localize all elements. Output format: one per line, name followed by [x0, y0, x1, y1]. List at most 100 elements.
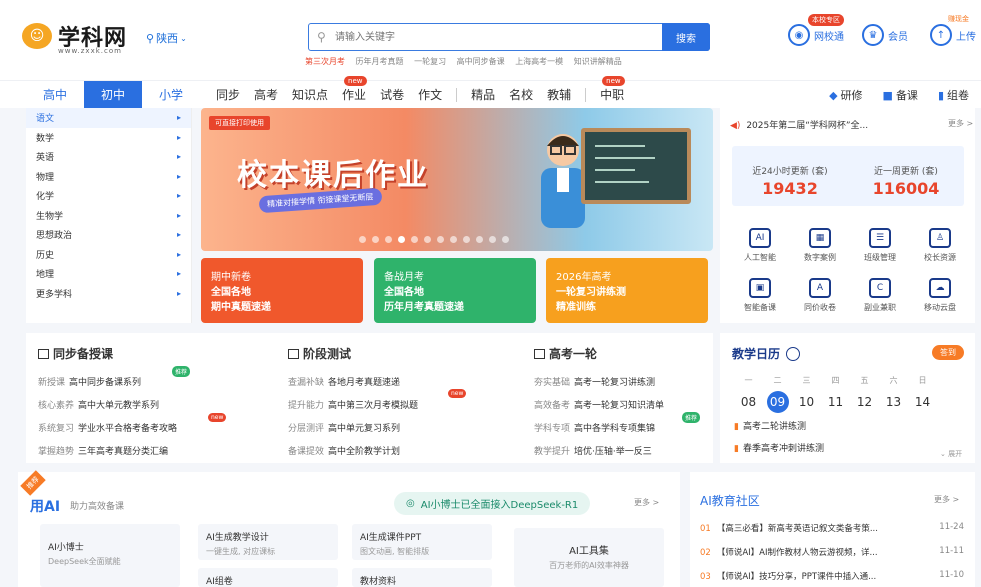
hero-banner[interactable]: 可直接打印使用 校本课后作业 精准对接学情 衔接课堂无断层 — [201, 108, 713, 251]
calendar-day[interactable]: 08 — [734, 395, 763, 409]
tool-collect[interactable]: A 同价收卷 — [790, 278, 850, 313]
list-item[interactable]: 掌握趋势 三年高考真题分类汇编 — [38, 444, 168, 457]
list-item[interactable]: 核心素养 高中大单元教学系列 — [38, 398, 159, 411]
ai-card-paper[interactable]: AI组卷 — [198, 568, 338, 587]
carousel-dot[interactable] — [424, 236, 431, 243]
ai-card-doctor[interactable]: AI小博士 DeepSeek全面赋能 — [40, 524, 180, 587]
promo-midterm[interactable]: 期中新卷 全国各地 期中真题速递 — [201, 258, 363, 323]
nav-vocational[interactable]: 中职 new — [600, 76, 625, 103]
hotword-link[interactable]: 一轮复习 — [414, 57, 446, 66]
calendar-day[interactable]: 10 — [792, 395, 821, 409]
calendar-day[interactable]: 11 — [821, 395, 850, 409]
upload-button[interactable]: 赚现金 ↑ 上传 — [930, 15, 976, 46]
tab-high-school[interactable]: 高中 — [26, 81, 84, 109]
community-item[interactable]: 02 【师说AI】AI制作教材人物云游视频，详... 11-11 — [700, 546, 970, 558]
list-item[interactable]: 分层测评 高中单元复习系列 — [288, 421, 400, 434]
carousel-dot[interactable] — [476, 236, 483, 243]
carousel-dot[interactable] — [411, 236, 418, 243]
nav-sync[interactable]: 同步 — [216, 86, 240, 103]
search-button[interactable]: 搜索 — [662, 23, 710, 51]
nav-exam[interactable]: 试卷 — [380, 86, 404, 103]
site-logo[interactable]: ☺ 学科网 www.zxxk.com — [22, 20, 127, 55]
list-item[interactable]: 高效备考 高考一轮复习知识清单 — [534, 398, 664, 411]
sidebar-item-politics[interactable]: 思想政治 ▸ — [26, 225, 191, 245]
nav-homework[interactable]: 作业 new — [342, 76, 367, 103]
community-item[interactable]: 03 【师说AI】技巧分享，PPT课件中插入通... 11-10 — [700, 570, 970, 582]
sidebar-item-chemistry[interactable]: 化学 ▸ — [26, 186, 191, 206]
announcement[interactable]: ◀) 2025年第二届“学科网杯”全... 更多 > — [730, 118, 973, 131]
sidebar-item-math[interactable]: 数学 ▸ — [26, 128, 191, 148]
deepseek-banner[interactable]: ◎ AI小博士已全面接入DeepSeek-R1 — [394, 492, 591, 515]
ai-card-ppt[interactable]: AI生成课件PPT 图文动画, 智能排版 — [352, 524, 492, 560]
paper-builder-link[interactable]: ▮ 组卷 — [938, 87, 969, 103]
calendar-day[interactable]: 12 — [850, 395, 879, 409]
calendar-day-selected[interactable]: 09 — [763, 391, 792, 413]
community-more-link[interactable]: 更多 > — [934, 494, 959, 505]
tool-smart-prep[interactable]: ▣ 智能备课 — [730, 278, 790, 313]
promo-gaokao-2026[interactable]: 2026年高考 一轮复习讲练测 精准训练 — [546, 258, 708, 323]
tool-class-mgmt[interactable]: ☰ 班级管理 — [850, 228, 910, 263]
tool-digital-cases[interactable]: ▦ 数字案例 — [790, 228, 850, 263]
calendar-event[interactable]: ▮ 春季高考冲刺讲练测 — [734, 441, 824, 454]
sidebar-item-more[interactable]: 更多学科 ▸ — [26, 284, 191, 304]
tool-principal[interactable]: ♙ 校长资源 — [910, 228, 970, 263]
sidebar-item-geography[interactable]: 地理 ▸ — [26, 264, 191, 284]
tab-middle-school[interactable]: 初中 — [84, 80, 142, 109]
sidebar-item-chinese[interactable]: 语文 ▸ — [26, 108, 191, 128]
vip-button[interactable]: ♛ 会员 — [862, 24, 908, 46]
tool-parttime[interactable]: C 副业兼职 — [850, 278, 910, 313]
expand-toggle[interactable]: ⌄ 展开 — [940, 449, 962, 459]
list-item[interactable]: 教学提升 培优·压轴·举一反三 — [534, 444, 652, 457]
list-item[interactable]: 夯实基础 高考一轮复习讲练测 — [534, 375, 655, 388]
list-item[interactable]: 提升能力 高中第三次月考模拟题 — [288, 398, 418, 411]
list-item[interactable]: 查漏补缺 各地月考真题速递 — [288, 375, 400, 388]
carousel-dot[interactable] — [385, 236, 392, 243]
list-item[interactable]: 学科专项 高中各学科专项集锦 — [534, 421, 655, 434]
checkin-button[interactable]: 答到 — [932, 345, 964, 360]
research-link[interactable]: ◆ 研修 — [829, 87, 862, 103]
carousel-dot[interactable] — [502, 236, 509, 243]
nav-essay[interactable]: 作文 — [418, 86, 442, 103]
search-input[interactable] — [309, 24, 649, 50]
column-title[interactable]: 阶段测试 — [288, 345, 351, 362]
lesson-prep-link[interactable]: ■ 备课 — [883, 87, 918, 103]
nav-premium[interactable]: 精品 — [471, 86, 495, 103]
tool-ai[interactable]: AI 人工智能 — [730, 228, 790, 263]
sidebar-item-history[interactable]: 历史 ▸ — [26, 245, 191, 265]
column-title[interactable]: 同步备授课 — [38, 345, 113, 362]
carousel-dot[interactable] — [372, 236, 379, 243]
ai-more-link[interactable]: 更多 > — [634, 497, 659, 508]
carousel-dot[interactable] — [398, 236, 405, 243]
nav-famous-school[interactable]: 名校 — [509, 86, 533, 103]
calendar-event[interactable]: ▮ 高考二轮讲练测 — [734, 419, 806, 432]
hotword-link[interactable]: 历年月考真题 — [356, 57, 404, 66]
list-item[interactable]: 系统复习 学业水平合格考备考攻略 — [38, 421, 177, 434]
nav-gaokao[interactable]: 高考 — [254, 86, 278, 103]
nav-tutoring[interactable]: 教辅 — [547, 86, 571, 103]
carousel-dot[interactable] — [463, 236, 470, 243]
list-item[interactable]: 备课提效 高中全阶教学计划 — [288, 444, 400, 457]
sidebar-item-biology[interactable]: 生物学 ▸ — [26, 206, 191, 226]
promo-monthly[interactable]: 备战月考 全国各地 历年月考真题速递 — [374, 258, 536, 323]
carousel-dot[interactable] — [437, 236, 444, 243]
community-item[interactable]: 01 【高三必看】新高考英语记叙文类备考策... 11-24 — [700, 522, 970, 534]
column-title[interactable]: 高考一轮 — [534, 345, 597, 362]
hotword-link[interactable]: 上海高考一模 — [515, 57, 563, 66]
ai-card-design[interactable]: AI生成教学设计 一键生成, 对应课标 — [198, 524, 338, 560]
carousel-dot[interactable] — [489, 236, 496, 243]
carousel-dot[interactable] — [450, 236, 457, 243]
sidebar-item-physics[interactable]: 物理 ▸ — [26, 167, 191, 187]
hotword-link[interactable]: 知识讲解精品 — [574, 57, 622, 66]
tab-primary-school[interactable]: 小学 — [142, 81, 200, 109]
tool-cloud[interactable]: ☁ 移动云盘 — [910, 278, 970, 313]
hotword-link[interactable]: 高中同步备课 — [457, 57, 505, 66]
ai-card-textbook[interactable]: 教材资料 — [352, 568, 492, 587]
carousel-dot[interactable] — [359, 236, 366, 243]
more-link[interactable]: 更多 > — [948, 118, 973, 129]
list-item[interactable]: 新授课 高中同步备课系列 — [38, 375, 141, 388]
region-selector[interactable]: ⚲ 陕西 ⌄ — [146, 30, 187, 46]
calendar-day[interactable]: 14 — [908, 395, 937, 409]
nav-knowledge[interactable]: 知识点 — [292, 86, 328, 103]
sidebar-item-english[interactable]: 英语 ▸ — [26, 147, 191, 167]
ai-card-tools[interactable]: AI工具集 百万老师的AI效率神器 — [514, 528, 664, 587]
